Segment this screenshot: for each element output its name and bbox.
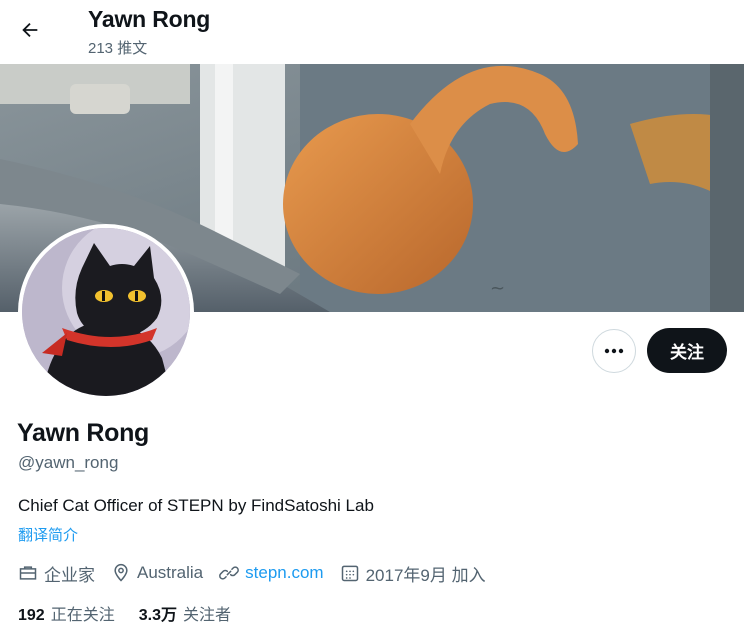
meta-location-label: Australia — [137, 563, 204, 582]
more-button[interactable] — [592, 329, 636, 373]
calendar-icon — [341, 565, 358, 582]
location-pin-icon — [114, 563, 128, 582]
display-name: Yawn Rong — [17, 419, 150, 447]
meta-joined-label: 2017年9月 加入 — [365, 565, 486, 585]
meta-category-label: 企业家 — [44, 565, 95, 585]
translate-bio-link[interactable]: 翻译简介 — [18, 524, 78, 545]
profile-meta: 企业家 Australia stepn.com 2017年9月 加入 — [18, 560, 502, 586]
header-title: Yawn Rong — [88, 6, 211, 32]
meta-joined: 2017年9月 加入 — [340, 561, 486, 586]
black-cat-avatar — [22, 228, 190, 396]
user-handle: @yawn_rong — [18, 453, 119, 472]
arrow-left-icon — [22, 22, 38, 38]
website-link[interactable]: stepn.com — [245, 563, 323, 583]
followers-label: 关注者 — [182, 607, 231, 624]
meta-category: 企业家 — [18, 561, 95, 586]
meta-website[interactable]: stepn.com — [219, 563, 324, 583]
svg-text:~: ~ — [490, 278, 505, 299]
following-count: 192 — [18, 607, 45, 624]
more-dots-icon — [604, 348, 624, 354]
meta-location: Australia — [111, 563, 203, 583]
followers-stat[interactable]: 3.3万 关注者 — [139, 601, 231, 625]
link-icon — [219, 566, 240, 580]
profile-header: Yawn Rong 213 推文 — [0, 0, 744, 64]
avatar[interactable] — [18, 224, 194, 400]
follow-button[interactable]: 关注 — [647, 328, 727, 373]
followers-count: 3.3万 — [138, 607, 177, 624]
briefcase-icon — [19, 566, 37, 580]
following-stat[interactable]: 192 正在关注 — [18, 601, 115, 625]
bio: Chief Cat Officer of STEPN by FindSatosh… — [18, 496, 374, 515]
follow-stats: 192 正在关注 3.3万 关注者 — [18, 601, 255, 625]
following-label: 正在关注 — [50, 607, 115, 624]
back-button[interactable] — [12, 12, 48, 48]
tweet-count: 213 推文 — [88, 40, 148, 57]
